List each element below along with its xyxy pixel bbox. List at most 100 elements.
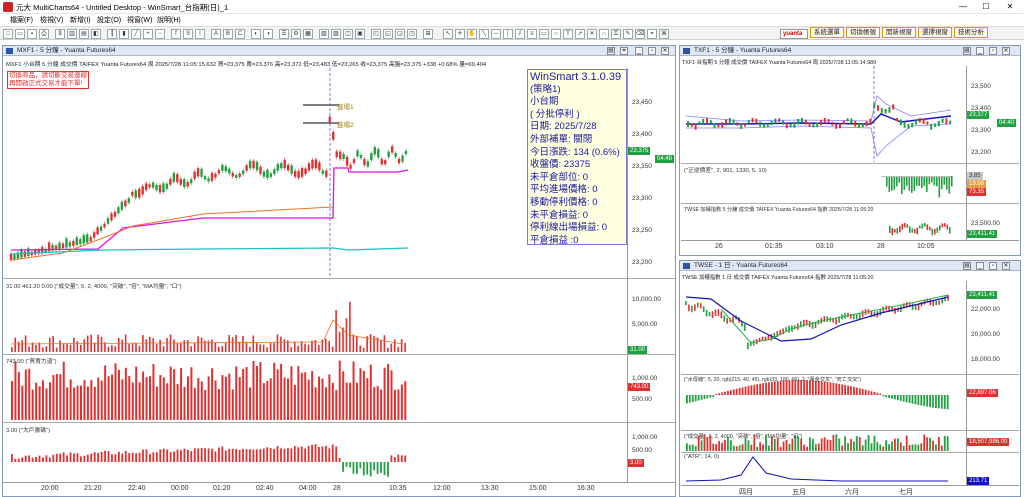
candle-style-icon[interactable]: ▮	[119, 29, 129, 39]
switch-account-button[interactable]: 切換帳號	[846, 27, 880, 38]
menu-settings[interactable]: 設定(O)	[97, 15, 121, 25]
right-bottom-price-chart[interactable]	[681, 281, 966, 373]
arrow-icon[interactable]: ➚	[575, 29, 585, 39]
tool-k-icon[interactable]: ◫	[343, 29, 353, 39]
hline-icon[interactable]: ─	[491, 29, 501, 39]
new-icon[interactable]: □	[3, 29, 13, 39]
volume-bar	[259, 344, 261, 352]
line-style-icon[interactable]: ╱	[131, 29, 141, 39]
tool-r-icon[interactable]: ⌖	[647, 29, 657, 39]
text-icon[interactable]: T	[563, 29, 573, 39]
scanner-icon[interactable]: ▤	[79, 29, 89, 39]
candle	[297, 170, 300, 178]
menu-window[interactable]: 視窗(W)	[127, 15, 152, 25]
tool-s-icon[interactable]: ⌘	[659, 29, 669, 39]
broker-select[interactable]: yuanta	[780, 29, 808, 39]
left-buysell-chart[interactable]	[3, 356, 627, 422]
print-icon[interactable]: ⎙	[39, 29, 49, 39]
window-close-icon[interactable]: ✕	[1002, 47, 1010, 55]
menu-file[interactable]: 檔案(F)	[10, 15, 33, 25]
right-bottom-jellyfish-chart[interactable]	[681, 375, 966, 429]
volume-bar	[166, 338, 168, 352]
entry-marker-2[interactable]: 進場2	[337, 119, 354, 129]
crosshair-icon[interactable]: ✛	[455, 29, 465, 39]
strategy-icon[interactable]: S	[183, 29, 193, 39]
zoom-out-icon[interactable]: −	[155, 29, 165, 39]
left-bigplayer-chart[interactable]	[3, 424, 627, 482]
vline-icon[interactable]: │	[503, 29, 513, 39]
chart-icon[interactable]: ▥	[67, 29, 77, 39]
tool-j-icon[interactable]: ▨	[331, 29, 341, 39]
lock-icon[interactable]: ⚿	[611, 29, 621, 39]
minimize-button[interactable]: —	[952, 1, 974, 13]
buysell-bar	[186, 376, 189, 420]
window-minimize-icon[interactable]: _	[976, 47, 984, 55]
tool-e-icon[interactable]: ◑	[263, 29, 273, 39]
right-bottom-atr-chart[interactable]	[681, 453, 966, 485]
menu-help[interactable]: 說明(H)	[157, 15, 181, 25]
tool-b-icon[interactable]: B	[223, 29, 233, 39]
right-top-price-chart[interactable]	[681, 66, 966, 162]
trendline-icon[interactable]: ╲	[479, 29, 489, 39]
spread-bar	[941, 176, 943, 190]
eraser-icon[interactable]: ⌫	[635, 29, 645, 39]
alert-icon[interactable]: !	[195, 29, 205, 39]
close-button[interactable]: ✕	[999, 1, 1021, 13]
window-link-icon[interactable]: ⚭	[620, 47, 628, 55]
channel-icon[interactable]: ⫽	[515, 29, 525, 39]
spread-bar	[893, 176, 896, 190]
menu-view[interactable]: 檢視(V)	[40, 15, 63, 25]
select-window-button[interactable]: 選擇視窗	[918, 27, 952, 38]
menu-insert[interactable]: 新增(I)	[70, 15, 91, 25]
tool-m-icon[interactable]: ◰	[371, 29, 381, 39]
tool-q-icon[interactable]: ⊞	[423, 29, 433, 39]
tool-o-icon[interactable]: ◲	[395, 29, 405, 39]
tool-c-icon[interactable]: C	[235, 29, 245, 39]
tech-analysis-button[interactable]: 技術分析	[954, 27, 988, 38]
window-close-icon[interactable]: ✕	[1002, 262, 1010, 270]
tool-p-icon[interactable]: ◳	[407, 29, 417, 39]
tool-i-icon[interactable]: ▧	[319, 29, 329, 39]
system-menu-button[interactable]: 系統選單	[810, 27, 844, 38]
ellipse-icon[interactable]: ○	[551, 29, 561, 39]
maximize-button[interactable]: ☐	[975, 1, 997, 13]
window-menu-icon[interactable]: ▤	[963, 47, 971, 55]
order-icon[interactable]: ◧	[91, 29, 101, 39]
save-icon[interactable]: ▪	[27, 29, 37, 39]
window-restore-icon[interactable]: ▫	[989, 262, 997, 270]
candle	[300, 168, 304, 177]
zoom-in-icon[interactable]: +	[143, 29, 153, 39]
bar-style-icon[interactable]: ┃	[107, 29, 117, 39]
delete-drawing-icon[interactable]: ✕	[587, 29, 597, 39]
entry-marker-1[interactable]: 進場1	[337, 101, 354, 111]
rt-price-box: 23,377	[967, 111, 990, 119]
fib-icon[interactable]: ≡	[527, 29, 537, 39]
window-restore-icon[interactable]: ▫	[648, 47, 656, 55]
window-minimize-icon[interactable]: _	[976, 262, 984, 270]
tool-l-icon[interactable]: ▣	[355, 29, 365, 39]
new-window-button[interactable]: 開新視窗	[882, 27, 916, 38]
indicator-icon[interactable]: f	[171, 29, 181, 39]
window-menu-icon[interactable]: ▤	[607, 47, 615, 55]
window-restore-icon[interactable]: ▫	[989, 47, 997, 55]
quote-icon[interactable]: $	[55, 29, 65, 39]
bigplayer-bar	[104, 450, 106, 462]
tool-h-icon[interactable]: ▦	[303, 29, 313, 39]
tool-a-icon[interactable]: A	[211, 29, 221, 39]
tool-g-icon[interactable]: ⚙	[291, 29, 301, 39]
volume-bar	[759, 442, 762, 451]
hand-icon[interactable]: ✋	[467, 29, 477, 39]
open-icon[interactable]: ▭	[15, 29, 25, 39]
window-minimize-icon[interactable]: _	[635, 47, 643, 55]
cursor-icon[interactable]: ↖	[443, 29, 453, 39]
pen-icon[interactable]: ✎	[623, 29, 633, 39]
candle	[884, 108, 887, 114]
window-close-icon[interactable]: ✕	[661, 47, 669, 55]
tool-d-icon[interactable]: ◐	[251, 29, 261, 39]
rect-icon[interactable]: ▭	[539, 29, 549, 39]
window-menu-icon[interactable]: ▤	[963, 262, 971, 270]
tool-f-icon[interactable]: ☰	[279, 29, 289, 39]
tool-n-icon[interactable]: ◱	[383, 29, 393, 39]
magnet-icon[interactable]: ∩	[599, 29, 609, 39]
left-volume-chart[interactable]	[3, 280, 627, 354]
